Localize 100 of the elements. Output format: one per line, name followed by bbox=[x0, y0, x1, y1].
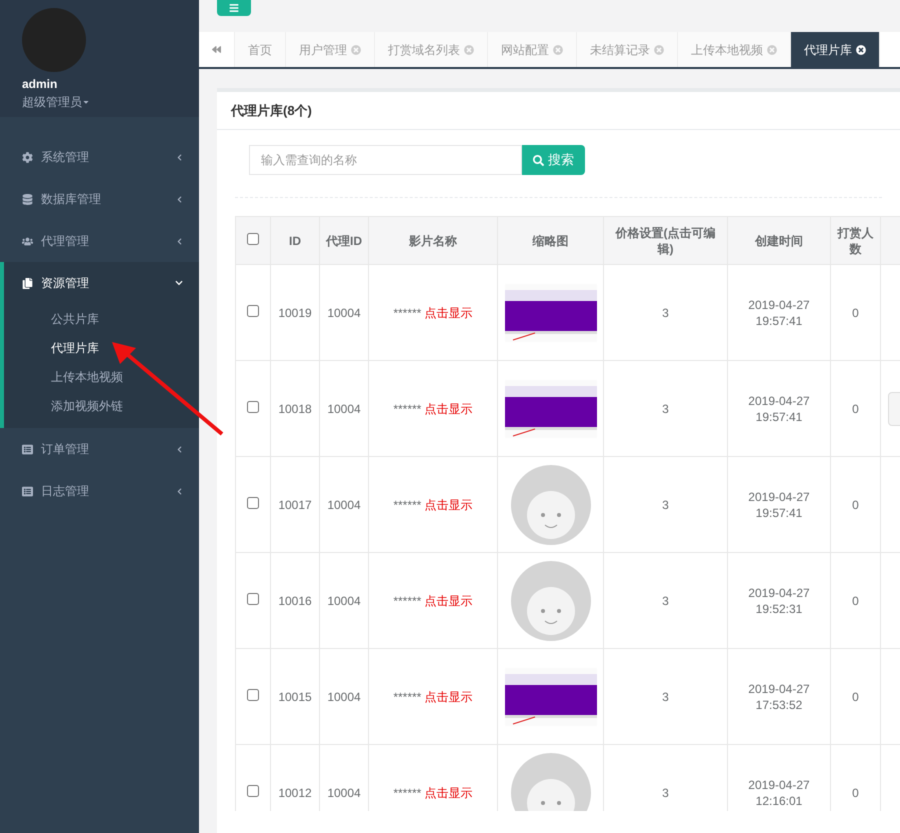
nav-subitem[interactable]: 上传本地视频 bbox=[4, 362, 199, 391]
column-header: 影片名称 bbox=[368, 216, 498, 264]
created-date: 2019-04-27 bbox=[747, 584, 811, 600]
show-link[interactable]: 点击显示 bbox=[424, 594, 473, 608]
close-icon bbox=[351, 44, 361, 54]
masked-title: ****** bbox=[393, 402, 422, 416]
role-dropdown[interactable]: 超级管理员 bbox=[22, 93, 90, 111]
tab[interactable]: 网站配置 bbox=[488, 32, 577, 67]
masked-title: ****** bbox=[393, 690, 422, 704]
count-cell: 0 bbox=[830, 456, 880, 552]
show-link[interactable]: 点击显示 bbox=[424, 786, 473, 800]
show-link[interactable]: 点击显示 bbox=[424, 498, 473, 512]
nav-subitem[interactable]: 添加视频外链 bbox=[4, 391, 199, 420]
created-time: 17:53:52 bbox=[754, 696, 804, 712]
created-date: 2019-04-27 bbox=[747, 296, 811, 312]
search-icon bbox=[533, 154, 544, 166]
nav-item[interactable]: 系统管理 bbox=[4, 136, 199, 178]
database-icon bbox=[22, 194, 33, 204]
close-icon bbox=[553, 44, 563, 54]
created-time: 19:57:41 bbox=[754, 504, 804, 520]
created-date: 2019-04-27 bbox=[747, 680, 811, 696]
caret-icon bbox=[82, 98, 90, 106]
show-link[interactable]: 点击显示 bbox=[424, 690, 473, 704]
agent-id-cell: 10004 bbox=[320, 552, 368, 648]
count-cell: 0 bbox=[830, 360, 880, 456]
nav-item[interactable]: 代理管理 bbox=[4, 220, 199, 262]
tab[interactable]: 用户管理 bbox=[286, 32, 375, 67]
id-cell: 10015 bbox=[270, 648, 320, 744]
column-header: 价格设置(点击可编辑) bbox=[604, 216, 728, 264]
nav-item[interactable]: 数据库管理 bbox=[4, 178, 199, 220]
double-left-arrow-icon bbox=[212, 45, 221, 54]
tab[interactable]: 代理片库 bbox=[791, 32, 880, 67]
nav-item[interactable]: 日志管理 bbox=[4, 470, 199, 512]
row-checkbox[interactable] bbox=[247, 688, 259, 700]
row-checkbox[interactable] bbox=[247, 784, 259, 796]
select-all-checkbox[interactable] bbox=[247, 232, 259, 244]
chevron-left-icon bbox=[176, 196, 183, 202]
id-cell: 10019 bbox=[270, 264, 320, 360]
price-cell[interactable]: 3 bbox=[604, 648, 728, 744]
column-header: ID bbox=[270, 216, 320, 264]
created-date: 2019-04-27 bbox=[747, 392, 811, 408]
tab[interactable]: 首页 bbox=[235, 32, 286, 67]
price-cell[interactable]: 3 bbox=[604, 264, 728, 360]
close-icon bbox=[856, 44, 866, 54]
nav-subitem[interactable]: 公共片库 bbox=[4, 304, 199, 333]
column-header: 代理ID bbox=[320, 216, 368, 264]
id-cell: 10016 bbox=[270, 552, 320, 648]
nav-subitem[interactable]: 代理片库 bbox=[4, 333, 199, 362]
id-cell: 10018 bbox=[270, 360, 320, 456]
nav-item[interactable]: 订单管理 bbox=[4, 428, 199, 470]
row-checkbox[interactable] bbox=[247, 592, 259, 604]
price-cell[interactable]: 3 bbox=[604, 360, 728, 456]
show-link[interactable]: 点击显示 bbox=[424, 402, 473, 416]
chevron-down-icon bbox=[175, 279, 183, 287]
nav-item[interactable]: 资源管理 bbox=[4, 262, 199, 304]
gear-icon bbox=[22, 152, 33, 162]
close-icon bbox=[654, 44, 664, 54]
masked-title: ****** bbox=[393, 306, 422, 320]
search-button[interactable]: 搜索 bbox=[522, 145, 585, 175]
agent-id-cell: 10004 bbox=[320, 456, 368, 552]
masked-title: ****** bbox=[393, 498, 422, 512]
agent-id-cell: 10004 bbox=[320, 264, 368, 360]
menu-toggle-button[interactable] bbox=[217, 0, 251, 16]
price-cell[interactable]: 3 bbox=[604, 456, 728, 552]
close-icon bbox=[464, 44, 474, 54]
tab[interactable]: 未结算记录 bbox=[577, 32, 678, 67]
count-cell: 0 bbox=[830, 264, 880, 360]
chevron-left-icon bbox=[176, 154, 183, 160]
row-checkbox[interactable] bbox=[247, 400, 259, 412]
panel-title: 代理片库(8个) bbox=[231, 102, 312, 120]
show-link[interactable]: 点击显示 bbox=[424, 306, 473, 320]
agent-id-cell: 10004 bbox=[320, 648, 368, 744]
count-cell: 0 bbox=[830, 552, 880, 648]
row-checkbox[interactable] bbox=[247, 496, 259, 508]
masked-title: ****** bbox=[393, 786, 422, 800]
chevron-left-icon bbox=[176, 446, 183, 452]
created-time: 12:16:01 bbox=[754, 792, 804, 808]
tab[interactable]: 打赏域名列表 bbox=[375, 32, 488, 67]
users-icon bbox=[22, 236, 33, 246]
list-icon bbox=[22, 444, 33, 454]
created-time: 19:57:41 bbox=[754, 312, 804, 328]
created-time: 19:57:41 bbox=[754, 408, 804, 424]
documents-icon bbox=[22, 278, 33, 288]
created-date: 2019-04-27 bbox=[747, 776, 811, 792]
created-time: 19:52:31 bbox=[754, 600, 804, 616]
close-icon bbox=[767, 44, 777, 54]
price-cell[interactable]: 3 bbox=[604, 552, 728, 648]
menu-icon bbox=[229, 3, 239, 13]
search-field[interactable]: 输入需查询的名称 bbox=[249, 145, 522, 175]
list-icon bbox=[22, 486, 33, 496]
column-header: 创建时间 bbox=[728, 216, 830, 264]
column-header: 打赏人数 bbox=[830, 216, 880, 264]
user-name: admin bbox=[22, 76, 58, 93]
masked-title: ****** bbox=[393, 594, 422, 608]
chevron-left-icon bbox=[176, 238, 183, 244]
agent-id-cell: 10004 bbox=[320, 360, 368, 456]
chevron-left-icon bbox=[176, 488, 183, 494]
tab[interactable]: 上传本地视频 bbox=[678, 32, 791, 67]
id-cell: 10017 bbox=[270, 456, 320, 552]
row-checkbox[interactable] bbox=[247, 304, 259, 316]
